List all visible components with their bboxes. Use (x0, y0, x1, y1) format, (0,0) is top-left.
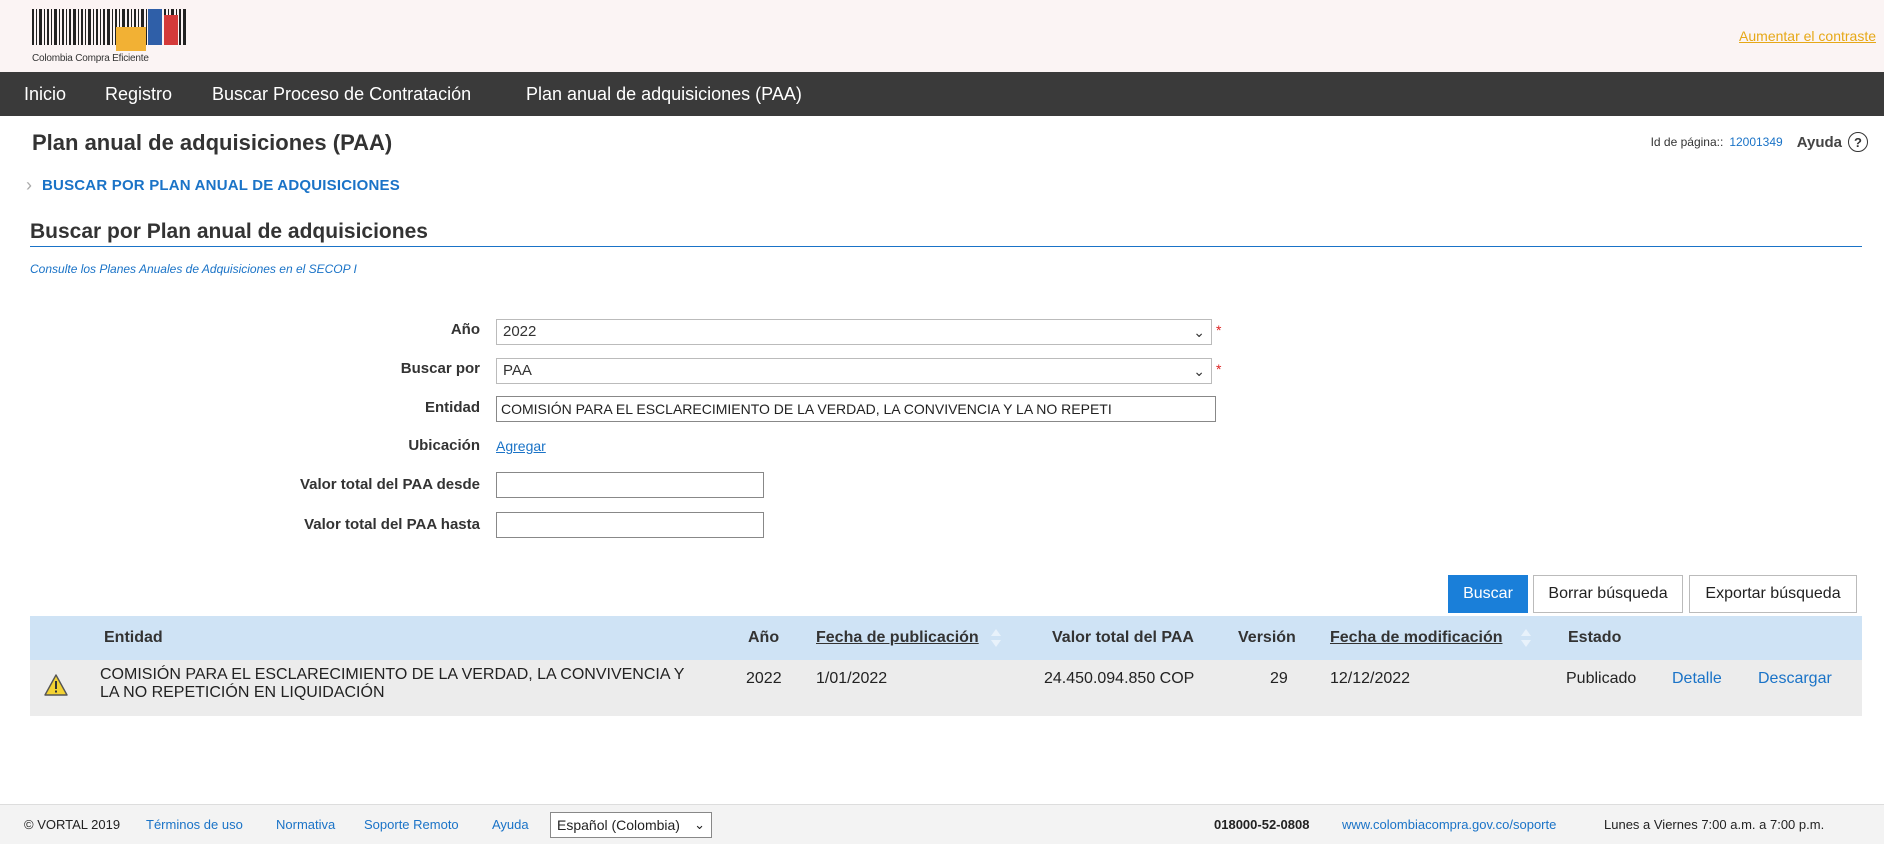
chevron-down-icon: ⌄ (1193, 324, 1205, 340)
valor-hasta-label: Valor total del PAA hasta (304, 516, 480, 533)
agregar-ubicacion-link[interactable]: Agregar (496, 438, 546, 454)
barcode-logo-icon (32, 9, 186, 51)
nav-plan-anual[interactable]: Plan anual de adquisiciones (PAA) (526, 72, 802, 116)
page-id: Id de página:: 12001349 Ayuda ? (1651, 132, 1868, 152)
th-entidad: Entidad (104, 629, 163, 646)
section-title: Buscar por Plan anual de adquisiciones (30, 220, 428, 243)
th-valor-total: Valor total del PAA (1052, 629, 1194, 646)
row-valor-total: 24.450.094.850 COP (1044, 670, 1195, 687)
th-fecha-modificacion[interactable]: Fecha de modificación (1330, 616, 1502, 660)
row-estado: Publicado (1566, 670, 1637, 687)
secop-i-link[interactable]: Consulte los Planes Anuales de Adquisici… (30, 262, 357, 276)
breadcrumb: › BUSCAR POR PLAN ANUAL DE ADQUISICIONES (26, 175, 400, 196)
th-version: Versión (1238, 629, 1296, 646)
row-entidad-line1: COMISIÓN PARA EL ESCLARECIMIENTO DE LA V… (100, 666, 685, 683)
anio-select[interactable]: 2022 ⌄ (496, 319, 1212, 345)
valor-desde-label: Valor total del PAA desde (299, 476, 480, 493)
page-id-label: Id de página:: (1650, 135, 1724, 149)
section-divider (30, 246, 1862, 247)
buscar-por-select-value: PAA (503, 362, 532, 379)
nav-inicio[interactable]: Inicio (24, 72, 66, 116)
row-fecha-modificacion: 12/12/2022 (1330, 670, 1411, 687)
row-fecha-publicacion: 1/01/2022 (816, 670, 888, 687)
chevron-down-icon: ⌄ (1193, 363, 1205, 379)
row-anio: 2022 (746, 670, 782, 687)
sort-icon[interactable] (1520, 628, 1532, 648)
exportar-busqueda-button[interactable]: Exportar búsqueda (1689, 575, 1857, 613)
row-descargar-link[interactable]: Descargar (1758, 670, 1832, 688)
main-navbar: Inicio Registro Buscar Proceso de Contra… (0, 72, 1884, 116)
warning-icon (44, 674, 68, 696)
ubicacion-label: Ubicación (408, 437, 480, 454)
row-detalle-link[interactable]: Detalle (1672, 670, 1722, 688)
row-entidad-line2: LA NO REPETICIÓN EN LIQUIDACIÓN (100, 684, 385, 701)
required-mark: * (1216, 361, 1222, 377)
nav-registro[interactable]: Registro (105, 72, 172, 116)
footer-soporte-link[interactable]: Soporte Remoto (364, 817, 459, 832)
buscar-por-select[interactable]: PAA ⌄ (496, 358, 1212, 384)
question-circle-icon[interactable]: ? (1848, 132, 1868, 152)
th-estado: Estado (1568, 629, 1622, 646)
footer-telefono: 018000-52-0808 (1214, 817, 1310, 832)
valor-desde-input[interactable] (496, 472, 764, 498)
nav-buscar-proceso[interactable]: Buscar Proceso de Contratación (212, 72, 471, 116)
language-select-value: Español (Colombia) (557, 817, 680, 833)
footer-ayuda-link[interactable]: Ayuda (492, 817, 529, 832)
th-anio: Año (748, 629, 780, 646)
breadcrumb-label[interactable]: BUSCAR POR PLAN ANUAL DE ADQUISICIONES (42, 177, 400, 194)
anio-label: Año (450, 321, 480, 338)
footer-normativa-link[interactable]: Normativa (276, 817, 335, 832)
sort-icon[interactable] (990, 628, 1002, 648)
chevron-down-icon: ⌄ (694, 817, 705, 832)
logo-text: Colombia Compra Eficiente (32, 53, 149, 64)
footer-horario: Lunes a Viernes 7:00 a.m. a 7:00 p.m. (1604, 817, 1825, 832)
valor-hasta-input[interactable] (496, 512, 764, 538)
footer-terminos-link[interactable]: Términos de uso (146, 817, 243, 832)
top-header: Colombia Compra Eficiente Aumentar el co… (0, 0, 1884, 72)
page-title: Plan anual de adquisiciones (PAA) (32, 130, 393, 155)
colombia-compra-logo[interactable]: Colombia Compra Eficiente (32, 9, 190, 66)
help-label[interactable]: Ayuda (1797, 134, 1842, 151)
language-select[interactable]: Español (Colombia) ⌄ (550, 812, 712, 838)
required-mark: * (1216, 322, 1222, 338)
results-table-header: Entidad Año Fecha de publicación Valor t… (30, 616, 1862, 660)
entidad-input[interactable]: COMISIÓN PARA EL ESCLARECIMIENTO DE LA V… (496, 396, 1216, 422)
page-footer: © VORTAL 2019 Términos de uso Normativa … (0, 804, 1884, 844)
anio-select-value: 2022 (503, 323, 537, 340)
chevron-right-icon: › (26, 175, 32, 195)
page-id-value[interactable]: 12001349 (1729, 135, 1782, 149)
borrar-busqueda-button[interactable]: Borrar búsqueda (1533, 575, 1683, 613)
footer-copyright: © VORTAL 2019 (24, 817, 121, 832)
table-row: COMISIÓN PARA EL ESCLARECIMIENTO DE LA V… (30, 660, 1862, 716)
buscar-button[interactable]: Buscar (1448, 575, 1528, 613)
increase-contrast-link[interactable]: Aumentar el contraste (1739, 28, 1876, 44)
footer-soporte-url[interactable]: www.colombiacompra.gov.co/soporte (1342, 817, 1556, 832)
row-version: 29 (1270, 670, 1288, 687)
buscar-por-label: Buscar por (400, 360, 480, 377)
entidad-label: Entidad (425, 399, 480, 416)
th-fecha-publicacion[interactable]: Fecha de publicación (816, 616, 979, 660)
